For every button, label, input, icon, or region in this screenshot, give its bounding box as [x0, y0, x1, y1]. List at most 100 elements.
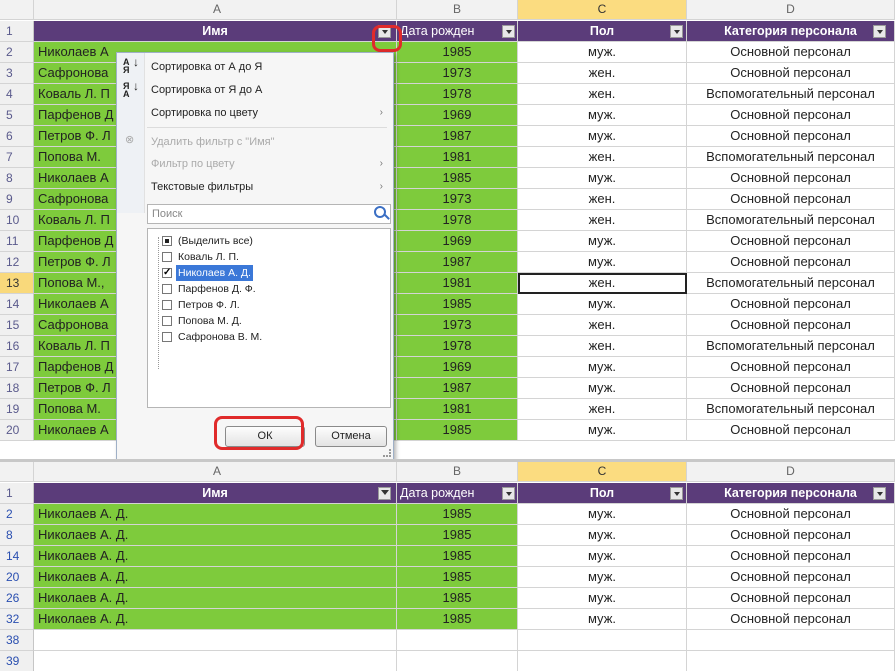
cell-birth-year[interactable]: 1981 [397, 273, 518, 294]
checkbox[interactable] [162, 300, 172, 310]
cell-category[interactable]: Основной персонал [687, 588, 895, 609]
row-number[interactable]: 6 [0, 126, 34, 147]
cell-category[interactable]: Основной персонал [687, 525, 895, 546]
cell-birth-year[interactable] [397, 630, 518, 651]
cell-name[interactable] [34, 630, 397, 651]
cell-name[interactable]: Николаев А. Д. [34, 609, 397, 630]
cell-gender[interactable]: муж. [518, 420, 687, 441]
cell-gender[interactable]: жен. [518, 273, 687, 294]
cell-gender[interactable]: муж. [518, 168, 687, 189]
cell-category[interactable]: Основной персонал [687, 63, 895, 84]
cell-category[interactable]: Вспомогательный персонал [687, 273, 895, 294]
cell-birth-year[interactable]: 1985 [397, 567, 518, 588]
row-number[interactable]: 20 [0, 567, 34, 588]
cell-gender[interactable]: муж. [518, 609, 687, 630]
cell-birth-year[interactable]: 1978 [397, 84, 518, 105]
row-number[interactable]: 13 [0, 273, 34, 294]
row-number[interactable]: 8 [0, 168, 34, 189]
cell-category[interactable]: Основной персонал [687, 546, 895, 567]
filter-dropdown-gender[interactable] [670, 25, 683, 38]
cell-birth-year[interactable]: 1985 [397, 504, 518, 525]
header-gender[interactable]: Пол [518, 21, 687, 42]
cell-category[interactable]: Основной персонал [687, 567, 895, 588]
cell-gender[interactable] [518, 651, 687, 671]
filter-active-icon[interactable] [378, 487, 391, 500]
row-number[interactable]: 20 [0, 420, 34, 441]
checkbox[interactable] [162, 265, 172, 281]
cell-name[interactable]: Николаев А. Д. [34, 588, 397, 609]
cell-category[interactable]: Основной персонал [687, 252, 895, 273]
row-number[interactable]: 18 [0, 378, 34, 399]
cell-category[interactable]: Основной персонал [687, 420, 895, 441]
cell-gender[interactable]: жен. [518, 63, 687, 84]
header-name[interactable]: Имя [34, 21, 397, 42]
select-all-corner[interactable] [0, 462, 34, 482]
checkbox[interactable] [162, 316, 172, 326]
row-number[interactable]: 3 [0, 63, 34, 84]
cancel-button[interactable]: Отмена [315, 426, 387, 447]
cell-gender[interactable]: муж. [518, 252, 687, 273]
cell-category[interactable]: Основной персонал [687, 315, 895, 336]
row-number[interactable]: 16 [0, 336, 34, 357]
checkbox[interactable] [162, 332, 172, 342]
filter-dropdown-category[interactable] [873, 487, 886, 500]
cell-category[interactable]: Основной персонал [687, 378, 895, 399]
cell-birth-year[interactable]: 1985 [397, 525, 518, 546]
column-header-d[interactable]: D [687, 462, 895, 482]
cell-gender[interactable]: муж. [518, 294, 687, 315]
cell-birth-year[interactable]: 1987 [397, 378, 518, 399]
cell-birth-year[interactable] [397, 651, 518, 671]
cell-birth-year[interactable]: 1985 [397, 420, 518, 441]
cell-gender[interactable]: муж. [518, 126, 687, 147]
cell-gender[interactable]: жен. [518, 315, 687, 336]
cell-birth-year[interactable]: 1985 [397, 546, 518, 567]
header-category[interactable]: Категория персонала [687, 483, 895, 504]
row-number[interactable]: 14 [0, 294, 34, 315]
row-number[interactable]: 1 [0, 483, 34, 504]
header-name[interactable]: Имя [34, 483, 397, 504]
checkbox[interactable] [162, 252, 172, 262]
cell-gender[interactable]: муж. [518, 504, 687, 525]
header-birth[interactable]: Дата рожден [397, 483, 518, 504]
menu-sort-az[interactable]: Сортировка от А до Я [151, 56, 387, 78]
cell-birth-year[interactable]: 1985 [397, 609, 518, 630]
cell-gender[interactable]: жен. [518, 84, 687, 105]
cell-category[interactable]: Основной персонал [687, 609, 895, 630]
column-header-a[interactable]: A [34, 462, 397, 482]
cell-category[interactable]: Основной персонал [687, 294, 895, 315]
filter-dropdown-category[interactable] [873, 25, 886, 38]
cell-birth-year[interactable]: 1987 [397, 252, 518, 273]
row-number[interactable]: 2 [0, 504, 34, 525]
cell-gender[interactable] [518, 630, 687, 651]
row-number[interactable]: 11 [0, 231, 34, 252]
row-number[interactable]: 2 [0, 42, 34, 63]
cell-category[interactable] [687, 630, 895, 651]
cell-birth-year[interactable]: 1973 [397, 315, 518, 336]
row-number[interactable]: 38 [0, 630, 34, 651]
row-number[interactable]: 9 [0, 189, 34, 210]
cell-category[interactable]: Основной персонал [687, 189, 895, 210]
cell-birth-year[interactable]: 1978 [397, 336, 518, 357]
row-number[interactable]: 15 [0, 315, 34, 336]
cell-name[interactable]: Николаев А. Д. [34, 546, 397, 567]
select-all-corner[interactable] [0, 0, 34, 20]
cell-gender[interactable]: муж. [518, 42, 687, 63]
column-header-d[interactable]: D [687, 0, 895, 20]
row-number[interactable]: 10 [0, 210, 34, 231]
cell-gender[interactable]: муж. [518, 105, 687, 126]
cell-category[interactable]: Основной персонал [687, 357, 895, 378]
cell-birth-year[interactable]: 1969 [397, 231, 518, 252]
cell-category[interactable]: Вспомогательный персонал [687, 147, 895, 168]
row-number[interactable]: 39 [0, 651, 34, 671]
row-number[interactable]: 12 [0, 252, 34, 273]
row-number[interactable]: 26 [0, 588, 34, 609]
row-number[interactable]: 14 [0, 546, 34, 567]
cell-category[interactable]: Вспомогательный персонал [687, 399, 895, 420]
row-number[interactable]: 8 [0, 525, 34, 546]
cell-category[interactable]: Вспомогательный персонал [687, 210, 895, 231]
row-number[interactable]: 19 [0, 399, 34, 420]
cell-gender[interactable]: муж. [518, 357, 687, 378]
cell-category[interactable]: Основной персонал [687, 42, 895, 63]
cell-birth-year[interactable]: 1985 [397, 42, 518, 63]
cell-birth-year[interactable]: 1985 [397, 294, 518, 315]
